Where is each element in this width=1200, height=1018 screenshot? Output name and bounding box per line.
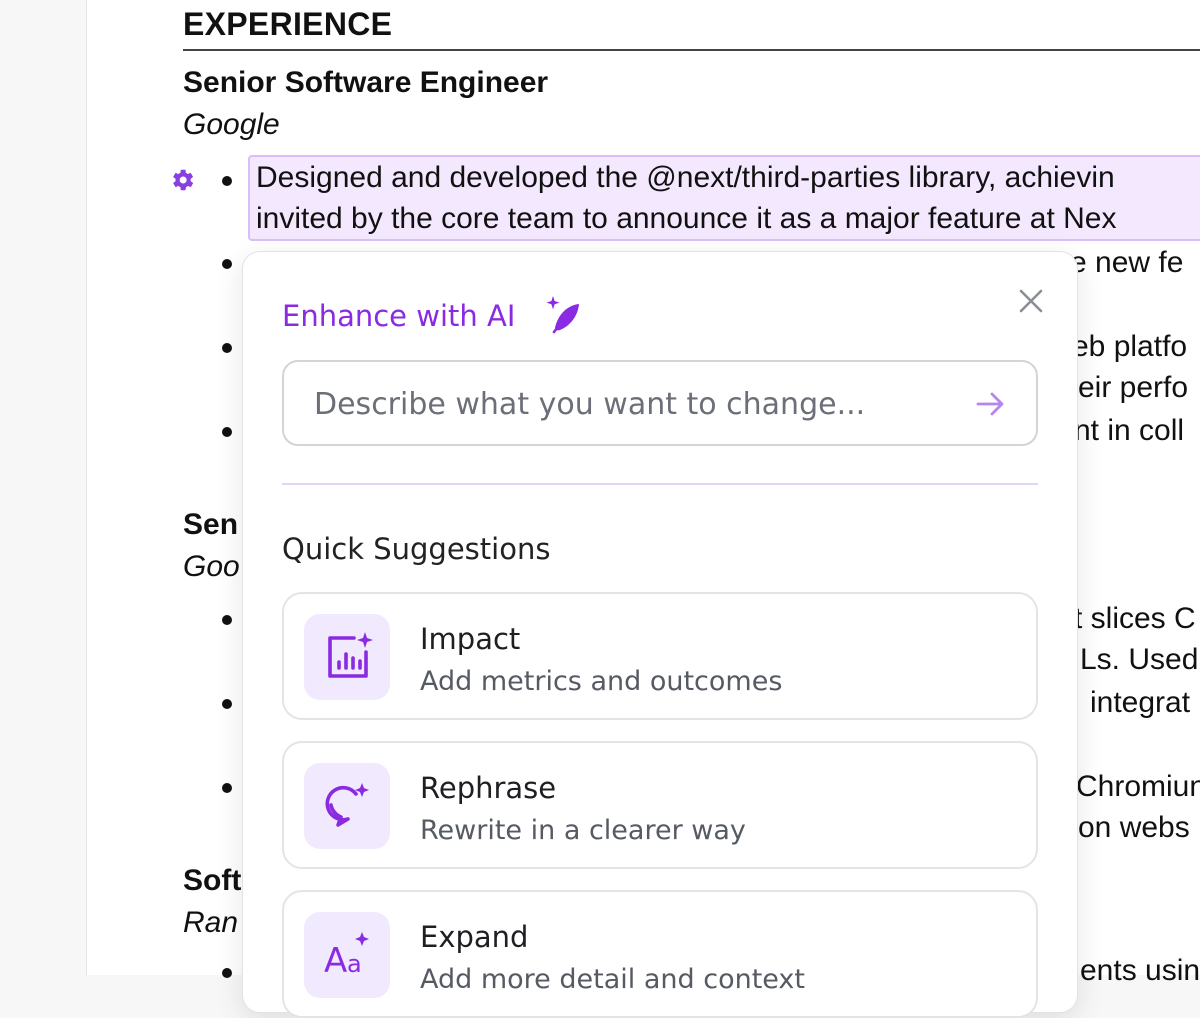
suggestion-label: Rephrase [420, 771, 557, 805]
suggestion-rephrase[interactable]: Rephrase Rewrite in a clearer way [282, 741, 1038, 869]
bullet-dot [222, 968, 232, 978]
job-title[interactable]: Senior Software Engineer [183, 66, 548, 100]
job-title[interactable]: Soft [183, 864, 241, 898]
svg-text:a: a [347, 950, 362, 978]
text-size-sparkle-icon: A a [324, 932, 369, 981]
job-company[interactable]: Ran [183, 906, 238, 940]
section-divider [183, 49, 1200, 51]
job-company[interactable]: Goo [183, 550, 240, 584]
suggestion-label: Expand [420, 920, 529, 954]
bullet-dot [222, 699, 232, 709]
suggestion-description: Rewrite in a clearer way [420, 815, 746, 846]
bullet-dot [222, 783, 232, 793]
bullet-dot [222, 343, 232, 353]
suggestion-description: Add more detail and context [420, 964, 805, 995]
ai-enhance-popup: Enhance with AI Quick Suggestions Impact… [242, 251, 1078, 1018]
bullet-dot [222, 615, 232, 625]
job-title[interactable]: Sen [183, 508, 238, 542]
bullet-text-fragment[interactable]: nt in coll [1074, 410, 1184, 451]
ai-prompt-box [282, 360, 1038, 446]
section-title: EXPERIENCE [183, 6, 393, 42]
bullet-text-fragment[interactable]: Chromiun [1076, 766, 1200, 807]
bullet-text[interactable]: Designed and developed the @next/third-p… [256, 157, 1115, 198]
arrow-right-icon[interactable] [974, 387, 1008, 421]
bullet-text-fragment[interactable]: integrat [1090, 682, 1190, 723]
bullet-text-fragment[interactable]: t slices C [1074, 598, 1196, 639]
job-company[interactable]: Google [183, 108, 280, 142]
bullet-text-fragment[interactable]: ents usin [1080, 950, 1200, 991]
bullet-text-fragment[interactable]: Ls. Used [1080, 639, 1198, 680]
suggestion-icon-bg [304, 614, 390, 700]
suggestion-label: Impact [420, 622, 521, 656]
bullet-dot [222, 259, 232, 269]
suggestion-description: Add metrics and outcomes [420, 666, 783, 697]
bullet-dot [222, 427, 232, 437]
suggestion-expand[interactable]: A a Expand Add more detail and context [282, 890, 1038, 1018]
bullet-text-fragment[interactable]: e new fe [1070, 242, 1183, 283]
suggestion-icon-bg [304, 763, 390, 849]
bullet-text-fragment[interactable]: on webs [1078, 807, 1190, 848]
bullet-text[interactable]: invited by the core team to announce it … [256, 198, 1116, 239]
bullet-dot [222, 176, 232, 186]
chart-sparkle-icon [328, 632, 373, 678]
ai-sparkle-icon [546, 296, 579, 334]
bullet-text-fragment[interactable]: eb platfo [1072, 326, 1187, 367]
bullet-text-fragment[interactable]: eir perfo [1078, 367, 1188, 408]
ai-panel-title: Enhance with AI [282, 299, 516, 333]
panel-divider [282, 483, 1038, 485]
gear-icon[interactable] [168, 166, 196, 194]
svg-text:A: A [324, 941, 347, 981]
ai-prompt-input[interactable] [312, 380, 956, 428]
suggestion-icon-bg: A a [304, 912, 390, 998]
suggestion-impact[interactable]: Impact Add metrics and outcomes [282, 592, 1038, 720]
chat-sparkle-icon [325, 783, 369, 827]
close-icon[interactable] [1015, 285, 1047, 317]
quick-suggestions-title: Quick Suggestions [282, 532, 551, 566]
